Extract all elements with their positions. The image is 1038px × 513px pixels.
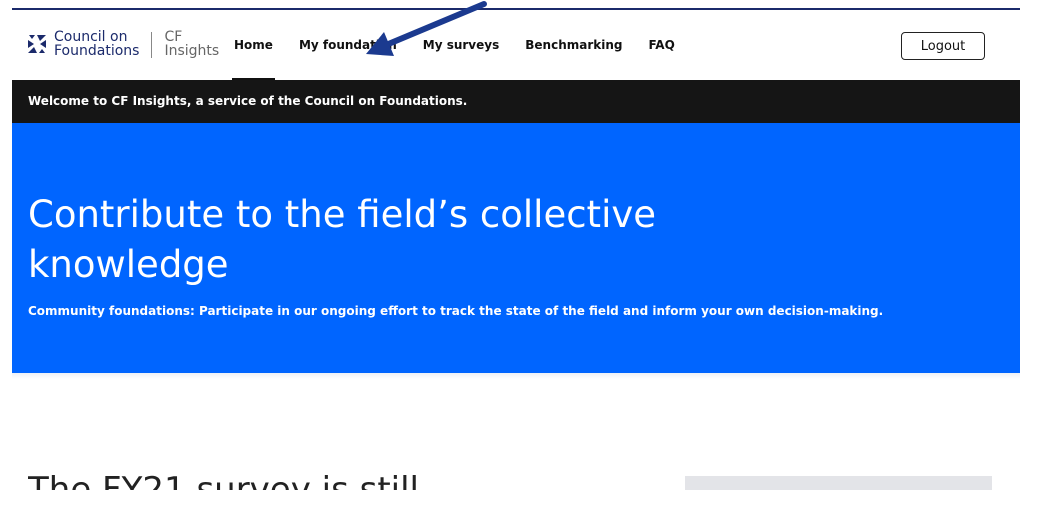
hero-subtitle: Community foundations: Participate in ou… <box>28 304 884 318</box>
brand-name: Council on Foundations <box>54 30 139 58</box>
council-logo-icon <box>26 33 48 55</box>
logo-divider <box>151 32 153 58</box>
product-name-line2: Insights <box>164 43 220 59</box>
product-name: CF Insights <box>164 30 219 58</box>
side-card <box>685 476 992 490</box>
nav-my-foundation[interactable]: My foundation <box>299 10 397 80</box>
main-nav: Home My foundation My surveys Benchmarki… <box>232 10 701 80</box>
hero-title: Contribute to the field’s collective kno… <box>28 193 657 286</box>
logo[interactable]: Council on Foundations CF Insights <box>26 30 219 58</box>
brand-name-line2: Foundations <box>54 43 140 59</box>
welcome-banner: Welcome to CF Insights, a service of the… <box>12 80 1020 123</box>
product-name-line1: CF <box>164 29 183 45</box>
logout-button[interactable]: Logout <box>901 32 985 60</box>
site-header: Council on Foundations CF Insights Home … <box>12 10 1020 80</box>
nav-faq[interactable]: FAQ <box>648 10 674 80</box>
nav-home[interactable]: Home <box>232 10 275 80</box>
hero-banner: Contribute to the field’s collective kno… <box>12 123 1020 373</box>
nav-benchmarking[interactable]: Benchmarking <box>525 10 622 80</box>
section-heading: The FY21 survey is still <box>28 470 419 490</box>
brand-name-line1: Council on <box>54 29 128 45</box>
nav-my-surveys[interactable]: My surveys <box>423 10 499 80</box>
hero-shadow <box>12 373 1020 379</box>
